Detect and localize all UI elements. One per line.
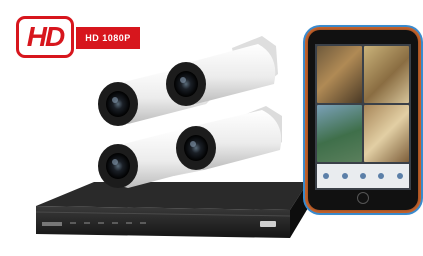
- camera-front-right: [176, 106, 282, 170]
- camera-feed-2: [364, 46, 409, 103]
- tablet-screen: [315, 44, 411, 190]
- toolbar-icon: [378, 173, 385, 179]
- product-photo: HD HD 1080P: [0, 0, 423, 256]
- camera-back-right: [166, 36, 278, 106]
- camera-feed-4: [364, 105, 409, 162]
- toolbar-icon: [341, 173, 348, 179]
- tablet-device: [308, 30, 418, 210]
- usb-port: [260, 221, 276, 227]
- toolbar-icon: [359, 173, 366, 179]
- camera-feed-3: [317, 105, 362, 162]
- home-button-icon: [357, 192, 369, 204]
- toolbar-icon: [323, 173, 330, 179]
- camera-feed-1: [317, 46, 362, 103]
- tablet-toolbar: [317, 164, 409, 188]
- dvr-recorder: [35, 182, 308, 238]
- toolbar-icon: [396, 173, 403, 179]
